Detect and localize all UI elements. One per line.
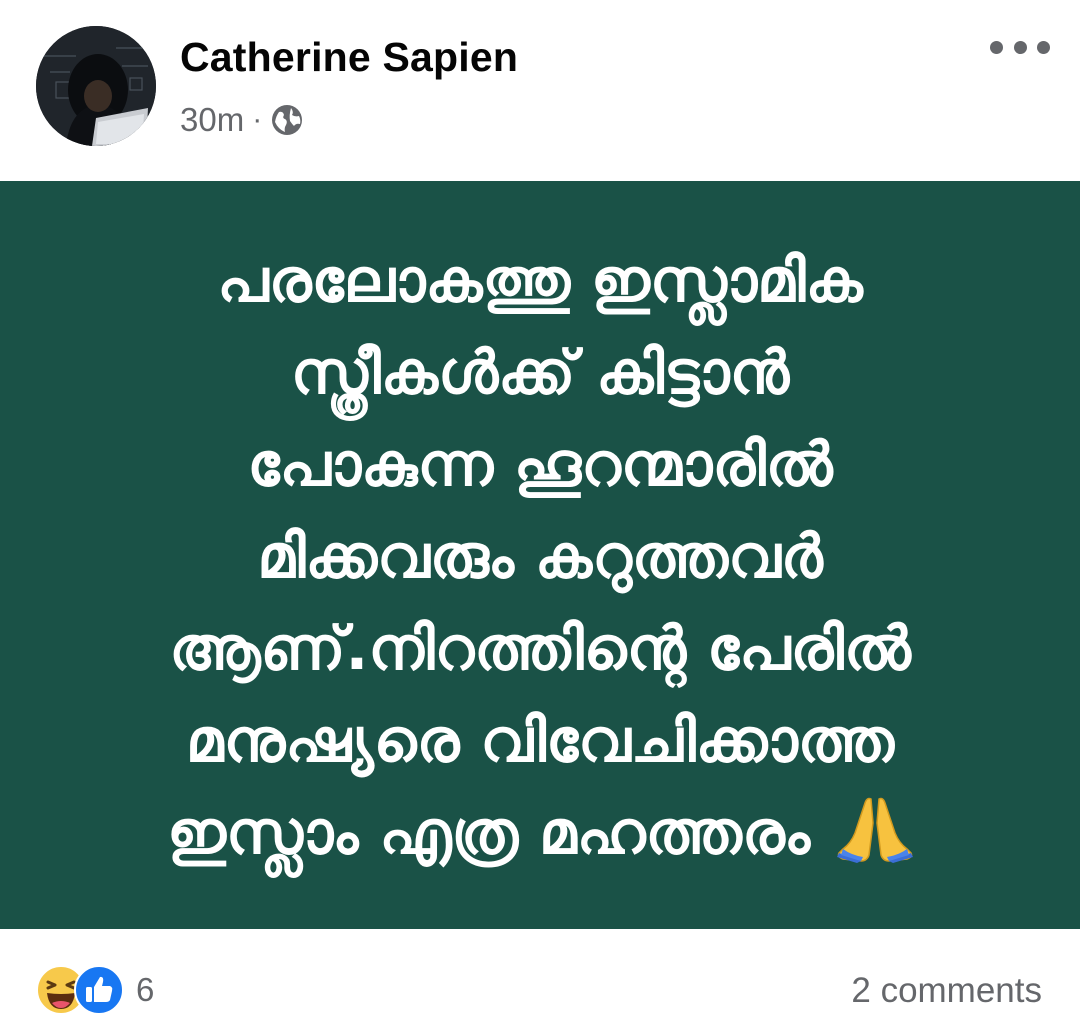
folded-hands-emoji-icon [836,793,913,863]
post-meta: 30m · [180,98,304,142]
text-post-background: പരലോകത്തു ഇസ്ലാമിക സ്ത്രീകൾക്ക് കിട്ടാൻ … [0,181,1080,929]
post-header: Catherine Sapien 30m · [0,0,1080,180]
post-timestamp[interactable]: 30m [180,101,244,139]
more-dot [1013,40,1027,54]
avatar[interactable] [36,26,156,146]
post-text: പരലോകത്തു ഇസ്ലാമിക സ്ത്രീകൾക്ക് കിട്ടാൻ … [167,246,911,868]
post-text-container: പരലോകത്തു ഇസ്ലാമിക സ്ത്രീകൾക്ക് കിട്ടാൻ … [40,231,1040,879]
reaction-summary[interactable]: 6 [36,965,154,1015]
post-footer: 6 2 comments [0,929,1080,1023]
like-icon [74,965,124,1015]
reaction-count: 6 [136,971,155,1008]
meta-separator: · [252,103,263,136]
author-name[interactable]: Catherine Sapien [180,34,518,81]
more-dot [1037,40,1050,54]
facebook-post: Catherine Sapien 30m · പരലോകത്തു ഇസ്ലാമി… [0,0,1080,1023]
more-dot [990,40,1003,54]
more-options-icon[interactable] [990,32,1050,62]
comments-count-link[interactable]: 2 comments [851,971,1042,1011]
globe-icon [270,103,304,137]
